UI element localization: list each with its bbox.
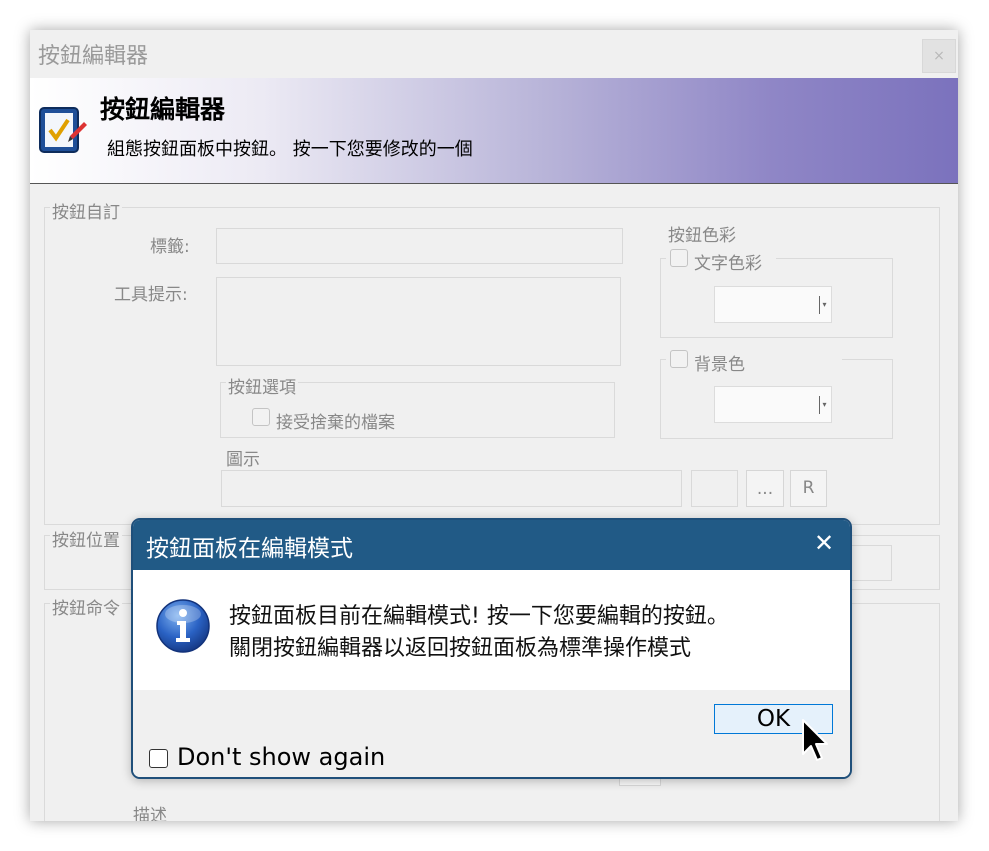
tooltip-textarea[interactable] [216, 277, 621, 366]
tooltip-field-label: 工具提示: [114, 285, 188, 305]
header-banner: 按鈕編輯器 組態按鈕面板中按鈕。 按一下您要修改的一個 [30, 78, 958, 184]
text-color-label: 文字色彩 [694, 254, 762, 274]
checklist-pen-icon [39, 107, 87, 153]
icon-preview [691, 470, 738, 507]
background-color-label: 背景色 [694, 355, 745, 375]
dont-show-again-checkbox[interactable] [149, 749, 168, 768]
label-field-label: 標籤: [150, 237, 190, 257]
dialog-message-line1: 按鈕面板目前在編輯模式! 按一下您要編輯的按鈕。 [229, 604, 729, 629]
dialog-title: 按鈕面板在編輯模式 [146, 536, 353, 562]
icon-label: 圖示 [226, 450, 260, 470]
button-customize-group-label: 按鈕自訂 [50, 198, 122, 223]
dialog-close-button[interactable]: ✕ [808, 528, 840, 560]
accept-dropped-files-label: 接受捨棄的檔案 [276, 413, 395, 433]
dialog-header: 按鈕面板在編輯模式 ✕ [133, 520, 850, 570]
browse-icon-button[interactable]: ... [746, 470, 784, 507]
banner-title: 按鈕編輯器 [100, 95, 226, 124]
button-position-group-label: 按鈕位置 [50, 526, 122, 551]
mouse-pointer-icon [802, 719, 828, 761]
accept-dropped-files-checkbox[interactable] [252, 408, 270, 426]
text-color-checkbox[interactable] [670, 249, 688, 267]
background-color-header: 背景色 [666, 348, 842, 375]
text-color-header: 文字色彩 [666, 248, 776, 274]
background-color-dropdown[interactable]: ▾ [714, 386, 832, 423]
dialog-footer: OK Don't show again [133, 690, 850, 777]
window-close-button[interactable]: × [922, 39, 956, 73]
label-input[interactable] [216, 228, 623, 264]
info-icon [156, 599, 210, 653]
window-title: 按鈕編輯器 [38, 44, 149, 69]
dialog-message-line2: 關閉按鈕編輯器以返回按鈕面板為標準操作模式 [229, 636, 692, 661]
button-command-group-label: 按鈕命令 [50, 594, 122, 619]
chevron-down-icon: ▾ [819, 396, 829, 414]
button-colors-label: 按鈕色彩 [668, 226, 736, 246]
icon-path-input[interactable] [221, 470, 682, 507]
window-titlebar: 按鈕編輯器 × [30, 30, 958, 78]
edit-mode-dialog: 按鈕面板在編輯模式 ✕ 按鈕面板目前在編輯模式! 按一下您要編輯的按鈕。 關閉按… [131, 518, 852, 779]
button-options-group-label: 按鈕選項 [226, 373, 298, 398]
chevron-down-icon: ▾ [819, 296, 829, 314]
position-input[interactable] [848, 545, 892, 581]
dont-show-again-label: Don't show again [177, 743, 386, 771]
text-color-dropdown[interactable]: ▾ [714, 286, 832, 323]
reset-icon-button[interactable]: R [790, 470, 827, 507]
banner-subtitle: 組態按鈕面板中按鈕。 按一下您要修改的一個 [107, 139, 473, 160]
background-color-checkbox[interactable] [670, 350, 688, 368]
description-label: 描述 [133, 806, 167, 821]
